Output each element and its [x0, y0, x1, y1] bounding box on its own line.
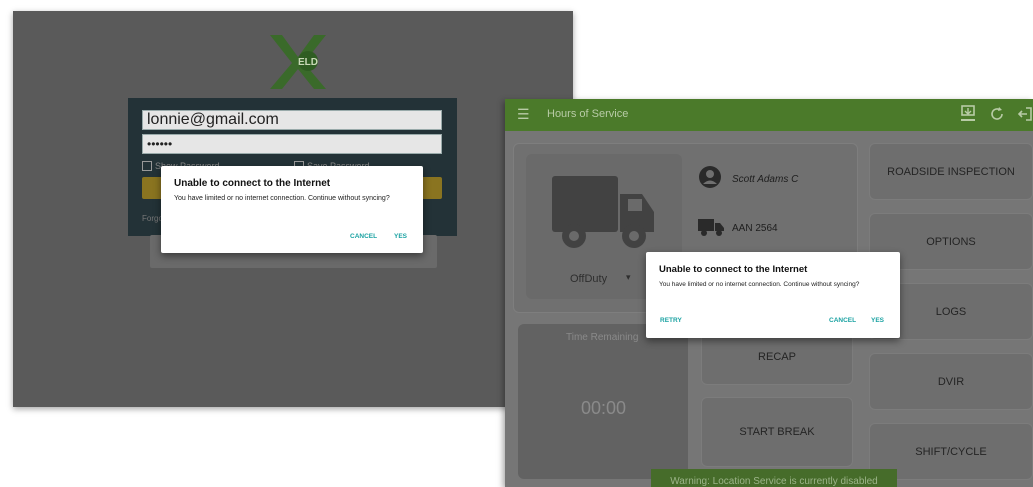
- dialog-title: Unable to connect to the Internet: [174, 178, 331, 189]
- driver-name: Scott Adams C: [732, 174, 799, 185]
- download-icon[interactable]: [960, 105, 976, 123]
- no-internet-dialog-hos: Unable to connect to the Internet You ha…: [646, 252, 900, 338]
- dvir-button[interactable]: DVIR: [869, 353, 1033, 410]
- time-remaining-label: Time Remaining: [566, 332, 639, 343]
- svg-text:ELD: ELD: [298, 57, 318, 68]
- start-break-button[interactable]: START BREAK: [701, 397, 853, 467]
- refresh-icon[interactable]: [989, 105, 1005, 123]
- cancel-button[interactable]: CANCEL: [350, 233, 377, 240]
- app-title: Hours of Service: [547, 108, 629, 120]
- checkbox-icon: [142, 161, 152, 171]
- logout-icon[interactable]: [1017, 105, 1033, 123]
- time-remaining-panel: Time Remaining 00:00: [518, 324, 688, 479]
- duty-status-select[interactable]: OffDuty: [570, 273, 607, 285]
- dialog-title: Unable to connect to the Internet: [659, 264, 808, 275]
- email-input[interactable]: lonnie@gmail.com: [142, 110, 442, 130]
- vehicle-icon: [698, 219, 724, 236]
- truck-icon: [552, 176, 654, 248]
- yes-button[interactable]: YES: [394, 233, 407, 240]
- app-bar: ☰ Hours of Service: [505, 99, 1033, 131]
- timer-value: 00:00: [581, 398, 627, 418]
- login-screen: ELD lonnie@gmail.com •••••• Show Passwor…: [13, 11, 573, 407]
- roadside-inspection-button[interactable]: ROADSIDE INSPECTION: [869, 143, 1033, 200]
- dropdown-caret-icon[interactable]: ▾: [626, 272, 631, 283]
- vehicle-id: AAN 2564: [732, 223, 778, 234]
- dialog-message: You have limited or no internet connecti…: [659, 281, 860, 288]
- location-warning-toast: Warning: Location Service is currently d…: [651, 469, 897, 487]
- password-input[interactable]: ••••••: [142, 134, 442, 154]
- eld-logo-icon: ELD: [270, 35, 326, 89]
- person-icon: [699, 166, 721, 188]
- retry-button[interactable]: RETRY: [660, 317, 682, 324]
- no-internet-dialog: Unable to connect to the Internet You ha…: [161, 166, 423, 253]
- cancel-button[interactable]: CANCEL: [829, 317, 856, 324]
- yes-button[interactable]: YES: [871, 317, 884, 324]
- menu-icon[interactable]: ☰: [517, 106, 530, 123]
- dialog-message: You have limited or no internet connecti…: [174, 195, 390, 202]
